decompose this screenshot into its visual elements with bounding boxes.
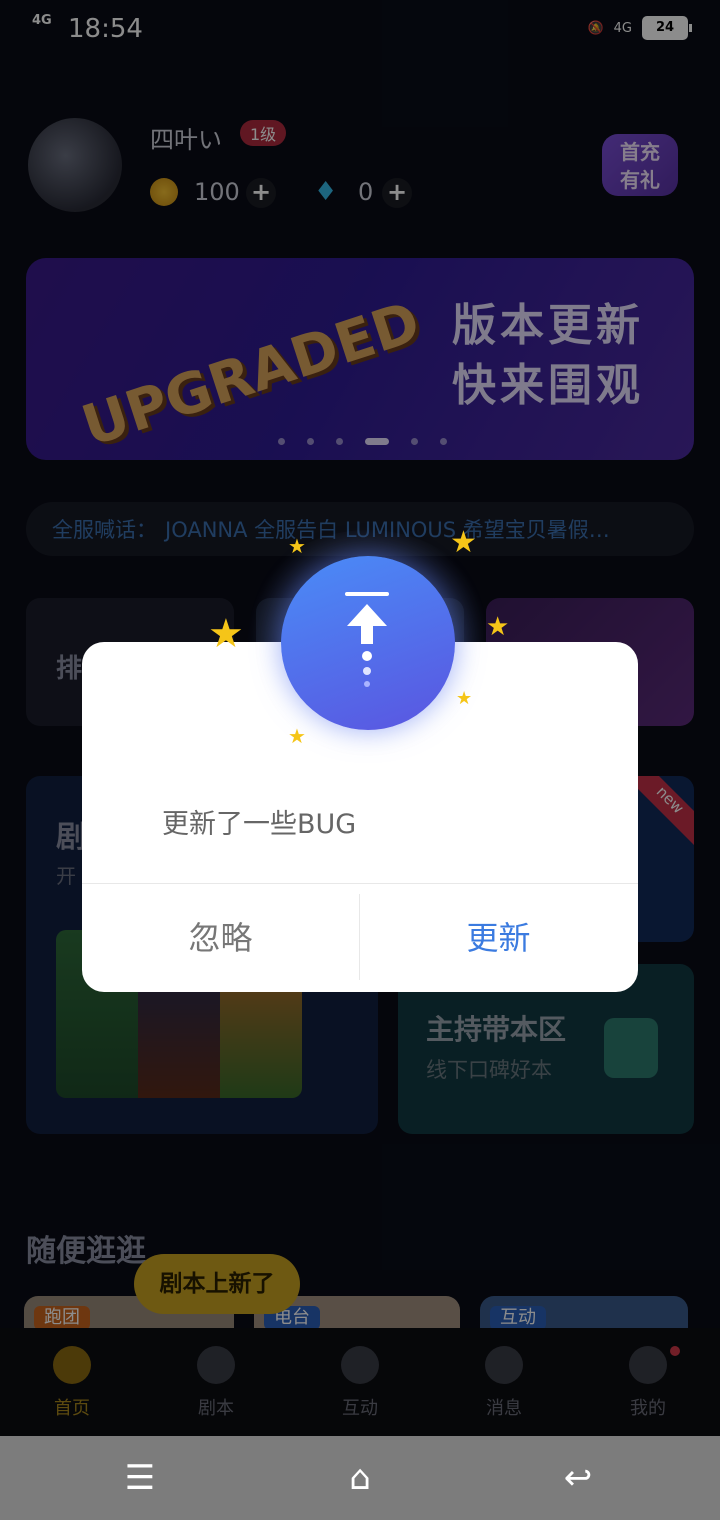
star-icon: ★ xyxy=(288,724,306,748)
star-icon: ★ xyxy=(288,534,306,558)
upload-arrow-icon xyxy=(281,556,455,730)
star-icon: ★ xyxy=(486,612,510,642)
star-icon: ★ xyxy=(208,611,244,657)
back-icon[interactable]: ↩ xyxy=(548,1458,608,1498)
update-button[interactable]: 更新 xyxy=(360,884,637,992)
menu-icon[interactable]: ☰ xyxy=(110,1458,170,1498)
upload-arrow-svg xyxy=(345,592,389,687)
star-icon: ★ xyxy=(450,525,477,560)
home-nav-icon[interactable]: ⌂ xyxy=(330,1458,390,1498)
system-nav-bar: ☰ ⌂ ↩ xyxy=(0,1436,720,1520)
star-icon: ★ xyxy=(456,688,473,709)
update-message: 更新了一些BUG xyxy=(162,809,357,840)
ignore-button[interactable]: 忽略 xyxy=(82,884,359,992)
